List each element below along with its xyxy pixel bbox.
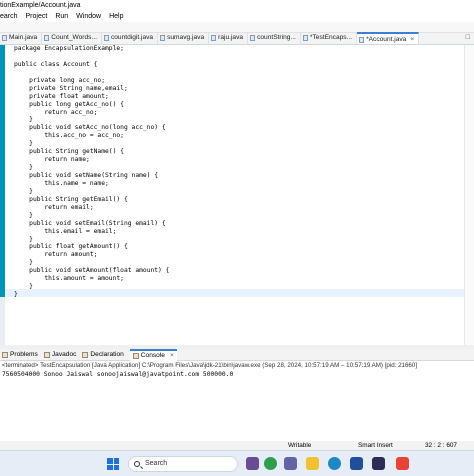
code-line[interactable]: private String name,email;: [14, 85, 169, 93]
code-editor[interactable]: package EncapsulationExample; public clas…: [0, 45, 474, 345]
code-line[interactable]: return acc_no;: [14, 109, 169, 117]
code-line[interactable]: public void setEmail(String email) {: [14, 220, 169, 228]
code-line[interactable]: public String getEmail() {: [14, 196, 169, 204]
menu-item-help[interactable]: Help: [109, 11, 123, 22]
java-file-icon: [103, 35, 109, 41]
java-file-icon: [2, 35, 7, 41]
menu-item-project[interactable]: Project: [26, 11, 48, 22]
tab-declaration[interactable]: Declaration: [82, 351, 124, 358]
word-icon[interactable]: [350, 457, 363, 470]
java-file-icon: [250, 35, 256, 41]
tab-testencapsulation[interactable]: *TestEncaps...: [301, 32, 358, 44]
console-icon: [132, 352, 139, 359]
menu-bar: earch Project Run Window Help: [0, 11, 474, 22]
code-line[interactable]: return name;: [14, 156, 169, 164]
edge-icon[interactable]: [328, 457, 341, 470]
code-line[interactable]: private long acc_no;: [14, 77, 169, 85]
code-line[interactable]: this.amount = amount;: [14, 275, 169, 283]
tab-main-java[interactable]: Main.java: [0, 32, 43, 44]
java-file-icon: [44, 35, 50, 41]
file-explorer-icon[interactable]: [306, 457, 319, 470]
code-line[interactable]: return amount;: [14, 251, 169, 259]
code-line[interactable]: return email;: [14, 204, 169, 212]
menu-item-search[interactable]: earch: [0, 11, 18, 22]
task-view-icon[interactable]: [246, 457, 259, 470]
tab-countdigit[interactable]: countdigit.java: [102, 32, 159, 44]
javadoc-icon: [43, 351, 50, 358]
code-line[interactable]: }: [14, 236, 169, 244]
code-line[interactable]: public String getName() {: [14, 148, 169, 156]
tab-count-words[interactable]: Count_Words...: [42, 32, 102, 44]
eclipse-icon[interactable]: [372, 457, 385, 470]
tab-sumavg[interactable]: sumavg.java: [158, 32, 210, 44]
tab-console[interactable]: Console ×: [129, 348, 177, 361]
code-line[interactable]: public void setAcc_no(long acc_no) {: [14, 124, 169, 132]
status-bar: Writable Smart Insert 32 : 2 : 607: [0, 441, 474, 450]
code-line[interactable]: this.email = email;: [14, 228, 169, 236]
declaration-icon: [82, 351, 89, 358]
menu-item-run[interactable]: Run: [55, 11, 68, 22]
source-code[interactable]: package EncapsulationExample; public clas…: [14, 45, 169, 299]
code-line[interactable]: [14, 69, 169, 77]
teams-icon[interactable]: [284, 457, 297, 470]
code-line[interactable]: }: [14, 283, 169, 291]
code-line[interactable]: public class Account {: [14, 61, 169, 69]
code-line[interactable]: }: [14, 116, 169, 124]
code-line[interactable]: [14, 53, 169, 61]
windows-start-icon[interactable]: [107, 458, 119, 470]
windows-taskbar: Search: [0, 450, 474, 476]
status-cursor-position: 32 : 2 : 607: [425, 442, 457, 449]
code-line[interactable]: public void setAmount(float amount) {: [14, 267, 169, 275]
menu-item-window[interactable]: Window: [76, 11, 101, 22]
code-line[interactable]: }: [14, 140, 169, 148]
status-insert-mode: Smart Insert: [358, 442, 393, 449]
change-marker-bar: [0, 45, 5, 297]
tab-account-java[interactable]: *Account.java ×: [357, 32, 420, 44]
code-line[interactable]: }: [14, 188, 169, 196]
code-line[interactable]: }: [14, 259, 169, 267]
code-line[interactable]: }: [14, 164, 169, 172]
code-line[interactable]: public float getAmount() {: [14, 243, 169, 251]
java-file-icon: [160, 35, 166, 41]
tab-problems[interactable]: Problems: [2, 351, 38, 358]
status-writable: Writable: [288, 442, 312, 449]
chrome-icon[interactable]: [264, 457, 277, 470]
console-view[interactable]: <terminated> TestEncapsulation [Java App…: [0, 361, 474, 441]
code-line[interactable]: public void setName(String name) {: [14, 172, 169, 180]
code-line[interactable]: }: [14, 212, 169, 220]
code-line[interactable]: }: [14, 291, 169, 299]
close-icon[interactable]: ×: [410, 36, 414, 43]
close-icon[interactable]: ×: [170, 351, 174, 361]
overview-ruler: [464, 45, 474, 345]
code-line[interactable]: this.name = name;: [14, 180, 169, 188]
console-output: 7560504000 Sonoo Jaiswal sonoojaiswal@ja…: [2, 371, 234, 378]
taskbar-search-box[interactable]: Search: [128, 456, 238, 472]
editor-tab-bar: Main.java Count_Words... countdigit.java…: [0, 32, 474, 45]
code-line[interactable]: private float amount;: [14, 93, 169, 101]
problems-icon: [2, 351, 8, 358]
console-terminated-line: <terminated> TestEncapsulation [Java App…: [2, 362, 418, 369]
code-line[interactable]: this.acc_no = acc_no;: [14, 132, 169, 140]
search-icon: [134, 461, 140, 467]
window-title: tionExample/Account.java: [0, 0, 474, 11]
maximize-icon[interactable]: □: [466, 32, 474, 44]
code-line[interactable]: package EncapsulationExample;: [14, 45, 169, 53]
code-line[interactable]: public long getAcc_no() {: [14, 101, 169, 109]
tab-raju[interactable]: raju.java: [209, 32, 249, 44]
console-tab-bar: Problems Javadoc Declaration Console ×: [0, 348, 474, 361]
tab-countstring[interactable]: countString...: [248, 32, 301, 44]
java-file-icon: [211, 35, 217, 41]
java-file-icon: [359, 37, 365, 43]
java-file-icon: [302, 35, 308, 41]
tab-javadoc[interactable]: Javadoc: [43, 351, 76, 358]
app-icon[interactable]: [396, 457, 409, 470]
